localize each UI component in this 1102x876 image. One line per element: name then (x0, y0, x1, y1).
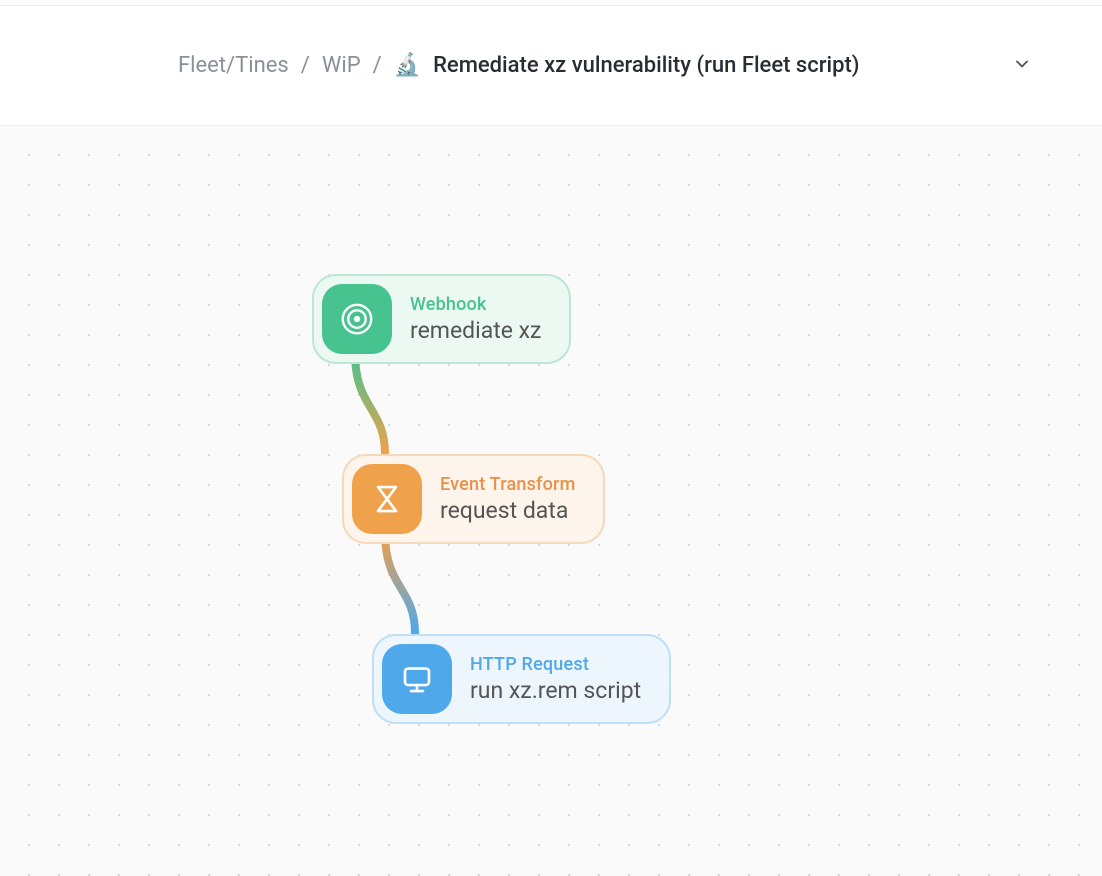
microscope-icon: 🔬 (394, 53, 421, 78)
node-webhook[interactable]: Webhook remediate xz (312, 274, 571, 364)
node-type-label: HTTP Request (470, 654, 641, 675)
node-name-label: request data (440, 497, 575, 524)
node-event-transform[interactable]: Event Transform request data (342, 454, 605, 544)
chevron-down-icon[interactable] (1012, 54, 1032, 78)
breadcrumb-level-2[interactable]: WiP (322, 53, 361, 78)
breadcrumb-separator: / (373, 53, 382, 78)
node-type-label: Event Transform (440, 474, 575, 495)
page-title[interactable]: Remediate xz vulnerability (run Fleet sc… (433, 53, 859, 78)
broadcast-icon (322, 284, 392, 354)
page-header: Fleet/Tines / WiP / 🔬 Remediate xz vulne… (0, 6, 1102, 126)
node-name-label: run xz.rem script (470, 677, 641, 704)
breadcrumb-separator: / (301, 53, 310, 78)
workflow-canvas[interactable]: Webhook remediate xz Event Transform req… (0, 126, 1102, 876)
monitor-icon (382, 644, 452, 714)
node-type-label: Webhook (410, 294, 541, 315)
node-name-label: remediate xz (410, 317, 541, 344)
breadcrumb-level-1[interactable]: Fleet/Tines (178, 53, 289, 78)
node-http-request[interactable]: HTTP Request run xz.rem script (372, 634, 671, 724)
hourglass-icon (352, 464, 422, 534)
breadcrumb: Fleet/Tines / WiP / 🔬 Remediate xz vulne… (178, 53, 860, 78)
